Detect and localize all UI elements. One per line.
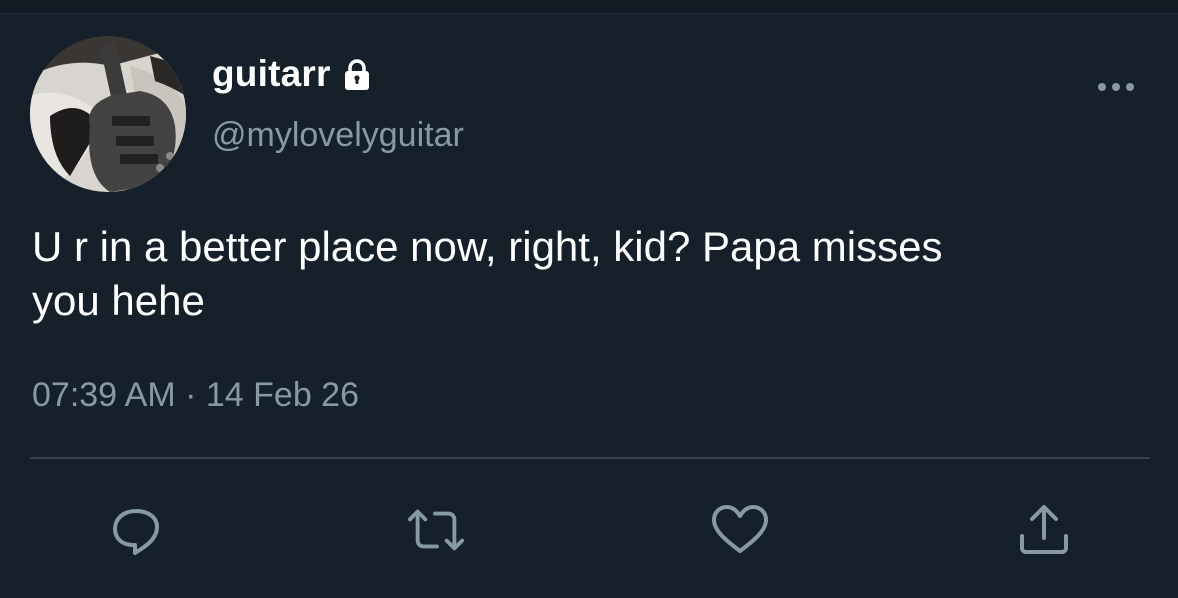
like-icon (712, 505, 768, 553)
retweet-button[interactable] (406, 500, 466, 560)
share-button[interactable] (1014, 500, 1074, 560)
top-border (0, 0, 1178, 14)
lock-icon (339, 57, 375, 93)
retweet-icon (407, 509, 465, 551)
share-icon (1020, 505, 1068, 554)
tweet-card: guitarr @mylovelyguitar U r in a better … (0, 0, 1178, 598)
tweet-text: U r in a better place now, right, kid? P… (32, 223, 943, 324)
timestamp: 07:39 AM · 14 Feb 26 (32, 376, 359, 415)
tweet-date: 14 Feb 26 (205, 376, 359, 414)
like-button[interactable] (710, 500, 770, 560)
more-options-icon[interactable] (1096, 78, 1136, 96)
reply-button[interactable] (106, 500, 166, 560)
display-name-row: guitarr (212, 52, 375, 96)
reply-icon (113, 509, 159, 555)
display-name[interactable]: guitarr (212, 53, 331, 95)
timestamp-separator: · (175, 376, 206, 414)
tweet-time: 07:39 AM (32, 376, 176, 414)
action-bar (0, 500, 1178, 560)
handle[interactable]: @mylovelyguitar (212, 116, 464, 155)
avatar-guitar-image (30, 36, 186, 192)
avatar[interactable] (30, 36, 186, 192)
divider (30, 457, 1150, 459)
